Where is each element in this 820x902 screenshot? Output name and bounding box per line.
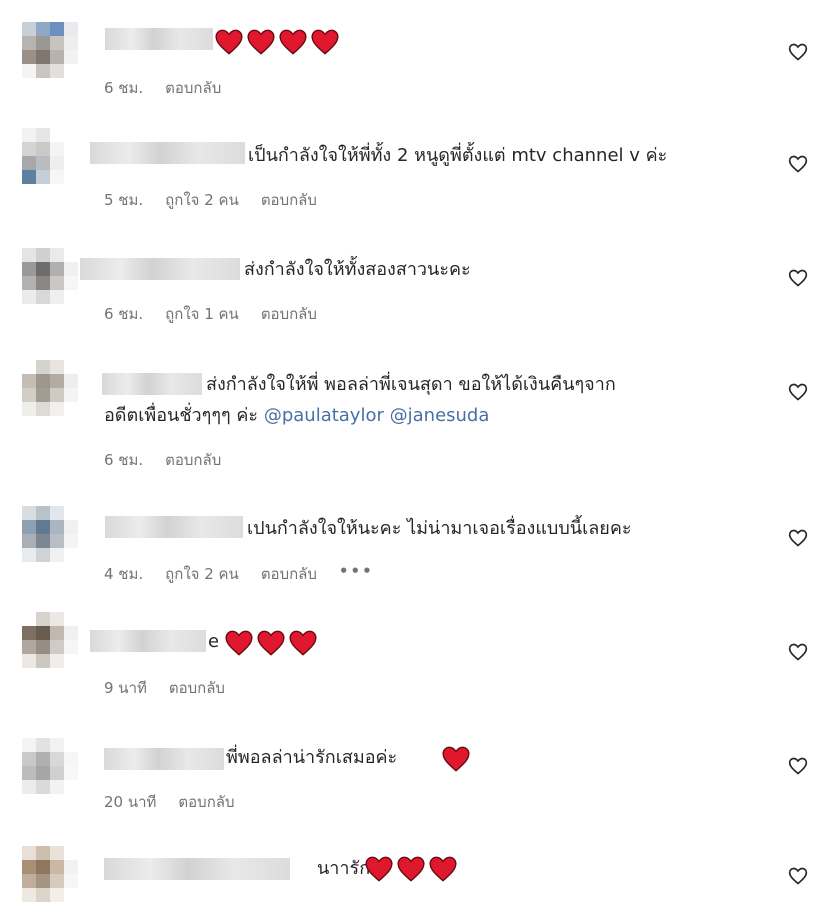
heart-emoji [279, 29, 307, 55]
comment-time: 5 ชม. [104, 191, 144, 209]
username-redacted[interactable] [104, 858, 290, 880]
comment-time: 6 ชม. [104, 451, 144, 469]
reply-button[interactable]: ตอบกลับ [169, 676, 225, 700]
avatar[interactable] [22, 248, 78, 304]
comment-meta: 6 ชม. ตอบกลับ [104, 448, 221, 472]
comment-text: พี่พอลล่าน่ารักเสมอค่ะ [226, 747, 398, 768]
reply-button[interactable]: ตอบกลับ [165, 76, 221, 100]
reply-button[interactable]: ตอบกลับ [261, 562, 317, 586]
likes-count[interactable]: ถูกใจ 2 คน [165, 188, 239, 212]
comment-text: เปนกำลังใจให้นะคะ ไม่น่ามาเจอเรื่องแบบนี… [247, 518, 632, 539]
comment-meta: 4 ชม. ถูกใจ 2 คน ตอบกลับ ••• [104, 562, 374, 586]
username-redacted[interactable] [105, 516, 243, 538]
heart-emoji [311, 29, 339, 55]
comment-text-continued: อดีตเพื่อนชั่วๆๆๆ ค่ะ [104, 405, 259, 426]
comment-meta: 6 ชม. ถูกใจ 1 คน ตอบกลับ [104, 302, 317, 326]
comment-time: 9 นาที [104, 679, 147, 697]
username-redacted[interactable] [102, 373, 202, 395]
heart-emoji [225, 630, 253, 656]
avatar[interactable] [22, 360, 78, 416]
comment-meta: 9 นาที ตอบกลับ [104, 676, 225, 700]
avatar[interactable] [22, 506, 78, 562]
comment-time: 6 ชม. [104, 305, 144, 323]
more-options-icon[interactable]: ••• [339, 562, 374, 586]
heart-emojis [442, 746, 470, 772]
reply-button[interactable]: ตอบกลับ [178, 790, 234, 814]
comment-meta: 5 ชม. ถูกใจ 2 คน ตอบกลับ [104, 188, 317, 212]
comment-text: เป็นกำลังใจให้พี่ทั้ง 2 หนูดูพี่ตั้งแต่ … [248, 145, 668, 166]
heart-outline-icon[interactable] [788, 528, 808, 548]
heart-emoji [397, 856, 425, 882]
avatar[interactable] [22, 612, 78, 668]
username-redacted[interactable] [90, 630, 206, 652]
comment-text: นาารัก [317, 858, 371, 879]
reply-button[interactable]: ตอบกลับ [165, 448, 221, 472]
reply-button[interactable]: ตอบกลับ [261, 188, 317, 212]
heart-outline-icon[interactable] [788, 268, 808, 288]
comment-time: 6 ชม. [104, 79, 144, 97]
heart-outline-icon[interactable] [788, 154, 808, 174]
heart-emoji [247, 29, 275, 55]
username-redacted[interactable] [104, 748, 224, 770]
username-redacted[interactable] [80, 258, 240, 280]
likes-count[interactable]: ถูกใจ 2 คน [165, 562, 239, 586]
avatar[interactable] [22, 846, 78, 902]
comment-text: ส่งกำลังใจให้ทั้งสองสาวนะคะ [244, 259, 471, 280]
likes-count[interactable]: ถูกใจ 1 คน [165, 302, 239, 326]
heart-outline-icon[interactable] [788, 382, 808, 402]
heart-emojis [225, 630, 317, 656]
avatar[interactable] [22, 22, 78, 78]
comment-text: ส่งกำลังใจให้พี่ พอลล่าพี่เจนสุดา ขอให้ไ… [206, 374, 616, 395]
comment-time: 20 นาที [104, 793, 157, 811]
heart-emoji [215, 29, 243, 55]
heart-emojis [365, 856, 457, 882]
username-redacted[interactable] [90, 142, 245, 164]
comment-text-line2: อดีตเพื่อนชั่วๆๆๆ ค่ะ @paulataylor @jane… [104, 403, 489, 429]
reply-button[interactable]: ตอบกลับ [261, 302, 317, 326]
heart-outline-icon[interactable] [788, 756, 808, 776]
comment-text: e [208, 631, 220, 652]
mention-link[interactable]: @janesuda [390, 405, 490, 426]
comment-meta: 6 ชม. ตอบกลับ [104, 76, 221, 100]
heart-outline-icon[interactable] [788, 42, 808, 62]
heart-emoji [257, 630, 285, 656]
comment-meta: 20 นาที ตอบกลับ [104, 790, 235, 814]
heart-emoji [442, 746, 470, 772]
heart-emojis [215, 29, 339, 55]
heart-emoji [365, 856, 393, 882]
avatar[interactable] [22, 738, 78, 794]
heart-emoji [289, 630, 317, 656]
username-redacted[interactable] [105, 28, 213, 50]
heart-outline-icon[interactable] [788, 866, 808, 886]
heart-emoji [429, 856, 457, 882]
heart-outline-icon[interactable] [788, 642, 808, 662]
comment-time: 4 ชม. [104, 565, 144, 583]
avatar[interactable] [22, 128, 78, 184]
mention-link[interactable]: @paulataylor [264, 405, 384, 426]
